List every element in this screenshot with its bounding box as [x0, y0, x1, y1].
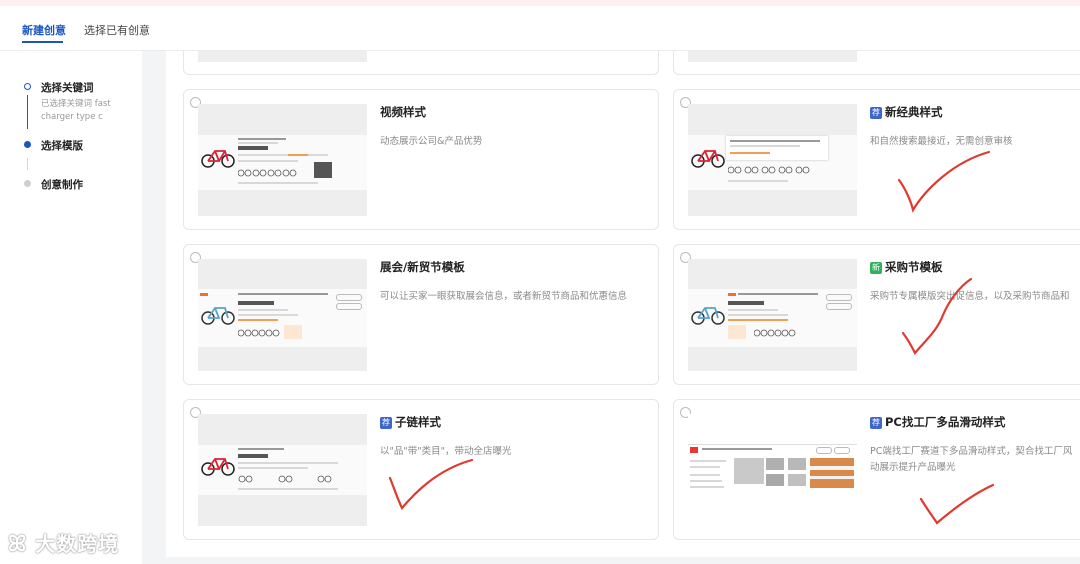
step-current-icon: [24, 141, 31, 148]
template-card-partial[interactable]: [183, 51, 659, 75]
template-description: 可以让买家一眼获取展会信息，或者新贸节商品和优惠信息: [380, 291, 628, 302]
tab-existing-creative[interactable]: 选择已有创意: [84, 22, 150, 38]
template-thumbnail: [198, 104, 367, 216]
bike-image: [691, 150, 725, 168]
step-connector: [27, 95, 28, 129]
bike-image: [201, 307, 235, 325]
recommend-badge: 荐: [870, 107, 882, 119]
bike-image: [201, 150, 235, 168]
template-card-procurement[interactable]: 新采购节模板 采购节专属模版突出促信息，以及采购节商品和: [673, 244, 1080, 385]
template-thumbnail: [198, 414, 367, 526]
template-description: 以"品"带"类目"，带动全店曝光: [380, 446, 512, 457]
step-title-keywords[interactable]: 选择关键词: [41, 80, 94, 95]
template-thumbnail: [688, 104, 857, 216]
template-title: 荐 PC找工厂多品滑动样式: [870, 415, 1006, 429]
product-image: [788, 474, 806, 486]
step-sub-keywords: 已选择关键词 fast charger type c: [41, 99, 111, 122]
template-description: 动态展示公司&产品优势: [380, 136, 483, 147]
template-card-partial[interactable]: [673, 51, 1080, 75]
bike-thumbnails: [238, 169, 297, 177]
step-title-template[interactable]: 选择模版: [41, 138, 83, 153]
template-thumbnail: [688, 414, 857, 526]
template-title: 荐子链样式: [380, 415, 441, 429]
bike-thumbnails: [238, 329, 280, 337]
template-description: 和自然搜索最接近，无需创意审核: [870, 136, 1013, 147]
template-card-sublink[interactable]: 荐子链样式 以"品"带"类目"，带动全店曝光: [183, 399, 659, 540]
bike-image: [691, 307, 725, 325]
template-title: 荐新经典样式: [870, 105, 943, 119]
template-thumbnail: [198, 259, 367, 371]
template-description: 采购节专属模版突出促信息，以及采购节商品和: [870, 291, 1070, 302]
template-thumbnail: [198, 51, 367, 62]
step-pending-icon: [24, 180, 31, 187]
template-card-video[interactable]: 视频样式 动态展示公司&产品优势: [183, 89, 659, 230]
step-title-production[interactable]: 创意制作: [41, 177, 83, 192]
bike-thumbnails: [238, 475, 332, 483]
template-thumbnail: [688, 51, 857, 62]
step-sidebar: 选择关键词 已选择关键词 fast charger type c 选择模版 创意…: [0, 51, 142, 564]
template-grid: 视频样式 动态展示公司&产品优势 荐新经典样式 和自然搜索最接近，无需创意审核: [166, 51, 1080, 557]
factory-image: [810, 458, 854, 488]
step-connector: [27, 158, 28, 170]
product-image: [766, 474, 784, 486]
active-tab-indicator: [22, 41, 63, 43]
template-description: PC端找工厂赛道下多品滑动样式，契合找工厂风 动展示提升产品曝光: [870, 446, 1073, 473]
template-title: 视频样式: [380, 105, 426, 119]
template-card-pc-factory[interactable]: 荐 PC找工厂多品滑动样式 PC端找工厂赛道下多品滑动样式，契合找工厂风 动展示提升…: [673, 399, 1080, 540]
recommend-badge: 荐: [380, 417, 392, 429]
bike-thumbnails: [754, 329, 796, 337]
new-badge: 新: [870, 262, 882, 274]
template-thumbnail: [688, 259, 857, 371]
tab-new-creative[interactable]: 新建创意: [22, 22, 66, 38]
template-title: 新采购节模板: [870, 260, 943, 274]
step-done-icon: [24, 83, 31, 90]
bike-image: [201, 458, 235, 476]
watermark: ꕤ 大数跨境: [8, 532, 120, 557]
product-image: [788, 458, 806, 470]
tab-bar: 新建创意 选择已有创意: [0, 6, 1080, 51]
product-image: [734, 458, 764, 484]
template-title: 展会/新贸节模板: [380, 260, 465, 274]
watermark-logo-icon: ꕤ: [8, 532, 28, 557]
template-card-new-classic[interactable]: 荐新经典样式 和自然搜索最接近，无需创意审核: [673, 89, 1080, 230]
product-image: [766, 458, 784, 470]
bike-thumbnails: [728, 166, 810, 174]
recommend-badge: 荐: [870, 417, 882, 429]
template-card-expo[interactable]: 展会/新贸节模板 可以让买家一眼获取展会信息，或者新贸节商品和优惠信息: [183, 244, 659, 385]
